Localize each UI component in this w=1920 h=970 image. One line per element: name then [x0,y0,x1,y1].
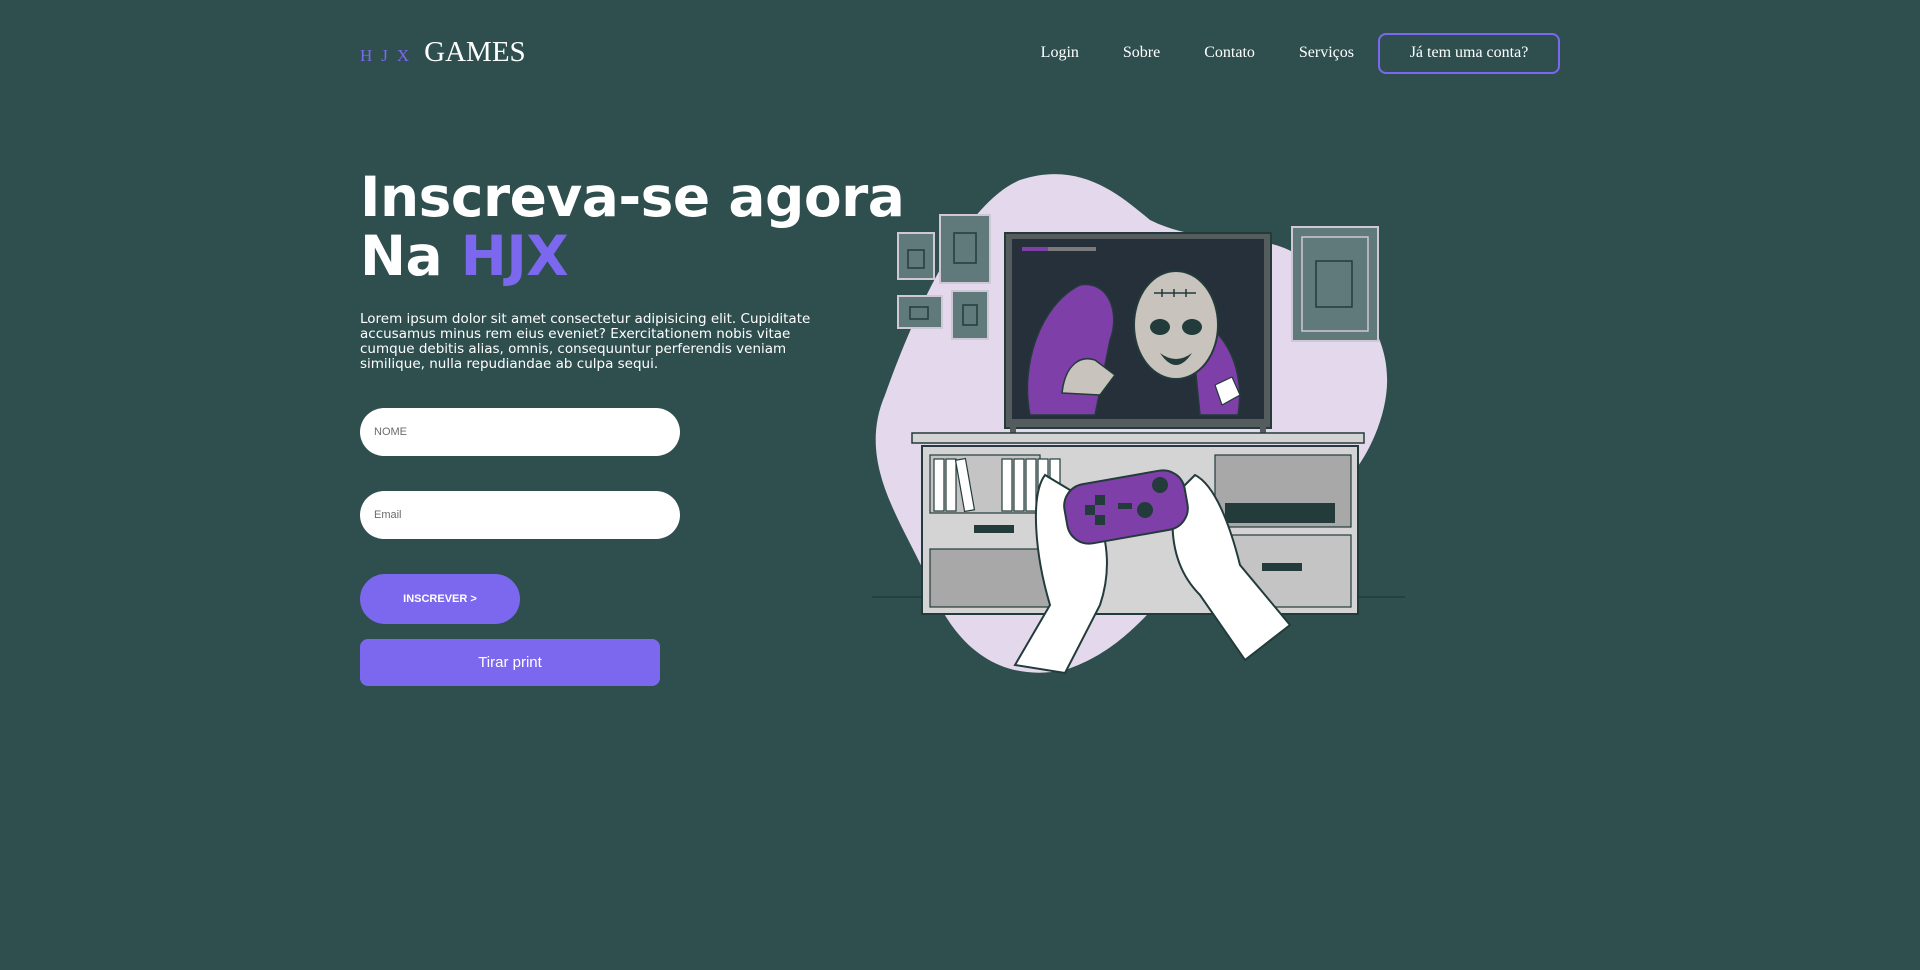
main-nav: Login Sobre Contato Serviços Já tem uma … [1041,32,1560,74]
logo[interactable]: HJX GAMES [360,34,526,70]
hero-description: Lorem ipsum dolor sit amet consectetur a… [360,311,811,372]
logo-mark: HJX [360,46,419,65]
nav-about-link[interactable]: Sobre [1123,44,1160,62]
hero-title: Inscreva-se agora Na HJX [360,165,905,288]
have-account-button[interactable]: Já tem uma conta? [1378,32,1560,74]
hero-title-line2-prefix: Na [360,224,461,288]
cabinet-top [911,432,1365,444]
gamer-zombie-tv-illustration [870,165,1410,675]
take-print-button[interactable]: Tirar print [360,639,660,686]
nav-contact-link[interactable]: Contato [1204,44,1255,62]
hero-title-accent: HJX [460,224,569,288]
nav-login-link[interactable]: Login [1041,44,1079,62]
wall-frame-right [1291,226,1379,342]
subscribe-button[interactable]: INSCREVER > [360,574,520,624]
name-input[interactable] [360,408,680,456]
nav-services-link[interactable]: Serviços [1299,44,1354,62]
illustration-svg [872,174,1405,675]
email-input[interactable] [360,491,680,539]
logo-text: GAMES [424,36,526,68]
hero-title-line1: Inscreva-se agora [360,165,905,229]
